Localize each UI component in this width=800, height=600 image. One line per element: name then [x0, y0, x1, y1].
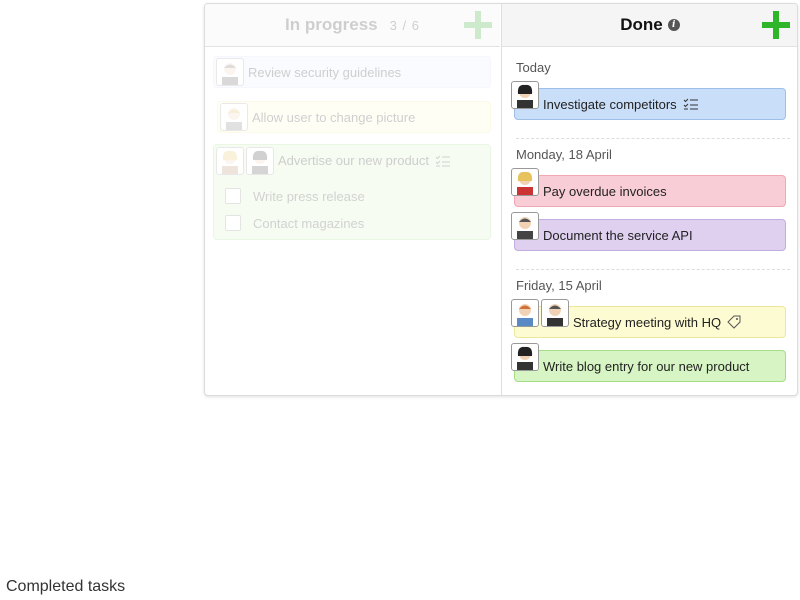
avatar-man-red-hair-icon — [511, 299, 539, 327]
card-text: Pay overdue invoices — [543, 183, 667, 199]
section-label-today: Today — [516, 60, 551, 75]
avatar-man-icon — [511, 212, 539, 240]
card-text: Strategy meeting with HQ — [573, 314, 722, 330]
section-divider — [516, 269, 790, 270]
avatar-man-blond-icon — [220, 103, 248, 131]
card-write-blog-entry[interactable]: Write blog entry for our new product — [511, 343, 786, 382]
column-header-done: Done i — [502, 4, 797, 47]
avatar-woman-blonde-icon — [216, 147, 244, 175]
column-title-in-progress: In progress — [285, 15, 378, 34]
card-text: Allow user to change picture — [252, 109, 416, 125]
card-allow-user-picture[interactable]: Allow user to change picture — [217, 101, 491, 133]
card-document-api[interactable]: Document the service API — [511, 212, 786, 251]
column-header-in-progress: In progress 3 / 6 — [205, 4, 500, 47]
card-text: Advertise our new product — [278, 153, 430, 168]
card-pay-invoices[interactable]: Pay overdue invoices — [511, 168, 786, 207]
subtask-write-press-release[interactable]: Write press release — [225, 188, 365, 204]
column-in-progress: In progress 3 / 6 Review security guidel… — [205, 4, 500, 395]
card-text: Write blog entry for our new product — [543, 358, 750, 374]
avatar-woman-blonde-icon — [511, 168, 539, 196]
add-card-plus-icon[interactable] — [464, 11, 492, 39]
page-caption: Completed tasks — [6, 578, 126, 595]
subtask-contact-magazines[interactable]: Contact magazines — [225, 215, 364, 231]
column-count: 3 / 6 — [389, 17, 420, 33]
add-card-plus-icon[interactable] — [762, 11, 790, 39]
avatar-woman-dark-icon — [511, 343, 539, 371]
column-done: Done i Today Investigate competitors Mon… — [501, 4, 797, 395]
column-title-done: Done — [620, 15, 663, 34]
card-investigate-competitors[interactable]: Investigate competitors — [511, 81, 786, 120]
card-text: Investigate competitors — [543, 96, 677, 112]
card-text: Review security guidelines — [248, 64, 402, 80]
subtask-checkbox[interactable] — [225, 188, 241, 204]
checklist-icon — [683, 98, 698, 110]
section-label-friday: Friday, 15 April — [516, 278, 602, 293]
kanban-board: In progress 3 / 6 Review security guidel… — [204, 3, 798, 396]
avatar-man-icon — [216, 58, 244, 86]
avatar-woman-dark-icon — [511, 81, 539, 109]
section-divider — [516, 138, 790, 139]
subtask-label: Write press release — [253, 188, 365, 204]
checklist-icon — [435, 155, 451, 167]
subtask-checkbox[interactable] — [225, 215, 241, 231]
card-text: Document the service API — [543, 227, 693, 243]
info-icon[interactable]: i — [667, 19, 680, 31]
avatar-woman-dark-icon — [246, 147, 274, 175]
subtask-label: Contact magazines — [253, 215, 365, 231]
section-label-monday: Monday, 18 April — [516, 147, 612, 162]
avatar-man-icon — [541, 299, 569, 327]
card-review-security[interactable]: Review security guidelines — [213, 56, 491, 88]
tag-icon — [727, 315, 741, 329]
card-strategy-meeting[interactable]: Strategy meeting with HQ — [511, 299, 786, 338]
